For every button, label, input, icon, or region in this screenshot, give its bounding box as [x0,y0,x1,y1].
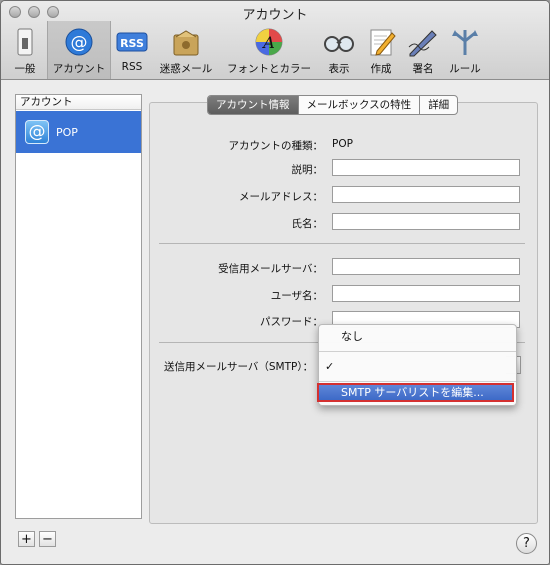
toolbar-label: ルール [449,63,481,75]
title-bar: アカウント 一般 @ アカウント RSS RSS 迷惑メール A フォントとカラ… [1,1,549,80]
username-label: ユーザ名： [270,290,323,302]
preferences-window: アカウント 一般 @ アカウント RSS RSS 迷惑メール A フォントとカラ… [0,0,550,565]
toolbar-rss[interactable]: RSS RSS [114,23,150,75]
description-field[interactable] [332,159,520,176]
toolbar-label: フォントとカラー [227,63,311,75]
toolbar-junk-mail[interactable]: 迷惑メール [156,23,216,75]
toolbar-label: アカウント [52,63,106,75]
username-field[interactable] [332,285,520,302]
smtp-option-none[interactable]: なし [319,327,538,347]
toolbar-label: 作成 [370,63,392,75]
account-type-label: アカウントの種類： [228,140,324,152]
font-glyph: A [261,33,275,52]
menu-separator [319,351,516,352]
at-icon: @ [25,120,49,144]
at-icon: @ [63,27,95,57]
tab-advanced[interactable]: 詳細 [420,96,457,114]
rules-icon [449,27,481,57]
smtp-label: 送信用メールサーバ（SMTP）： [164,361,314,373]
smtp-option-selected[interactable]: ✓ [319,357,522,377]
separator [159,243,525,244]
remove-account-button[interactable]: − [39,531,56,547]
help-button[interactable]: ? [516,533,537,554]
toolbar-label: 表示 [328,63,350,75]
fullname-label: 氏名： [291,218,324,230]
add-account-button[interactable]: + [18,531,35,547]
tab-mailbox-behaviors[interactable]: メールボックスの特性 [299,96,421,114]
toolbar-fonts-colors[interactable]: A フォントとカラー [223,23,315,75]
settings-tabs: アカウント情報 メールボックスの特性 詳細 [207,95,459,115]
account-list-header: アカウント [16,95,141,110]
tab-account-info[interactable]: アカウント情報 [208,96,299,114]
toolbar-label: RSS [121,61,143,73]
toolbar-accounts[interactable]: @ アカウント [47,21,111,79]
email-label: メールアドレス： [239,191,323,203]
account-list[interactable]: アカウント @ POP [15,94,142,519]
pencil-paper-icon [365,27,397,57]
toolbar-label: 署名 [412,63,434,75]
toolbar-viewing[interactable]: 表示 [321,23,357,75]
edit-smtp-list-item[interactable]: SMTP サーバリストを編集... [317,383,514,402]
signature-pen-icon [407,27,439,57]
account-name: POP [56,126,78,139]
description-label: 説明： [291,164,324,176]
edit-smtp-list-label: SMTP サーバリストを編集... [341,386,484,399]
svg-text:@: @ [71,33,88,53]
toolbar-composing[interactable]: 作成 [363,23,399,75]
toolbar-general[interactable]: 一般 [7,23,43,75]
rss-badge-text: RSS [120,37,144,50]
rss-icon: RSS [116,27,148,57]
junk-mail-icon [170,27,202,57]
toolbar-label: 一般 [14,63,36,75]
switch-icon [9,27,41,57]
email-field[interactable] [332,186,520,203]
font-color-icon: A [253,27,285,57]
incoming-server-field[interactable] [332,258,520,275]
password-label: パスワード： [260,316,323,328]
glasses-icon [323,27,355,57]
menu-separator [319,381,516,382]
account-row-pop[interactable]: @ POP [16,111,141,153]
incoming-server-label: 受信用メールサーバ： [218,263,323,275]
account-type-value: POP [332,138,353,150]
toolbar-rules[interactable]: ルール [445,23,485,75]
fullname-field[interactable] [332,213,520,230]
toolbar-label: 迷惑メール [159,63,213,75]
toolbar-signatures[interactable]: 署名 [405,23,441,75]
